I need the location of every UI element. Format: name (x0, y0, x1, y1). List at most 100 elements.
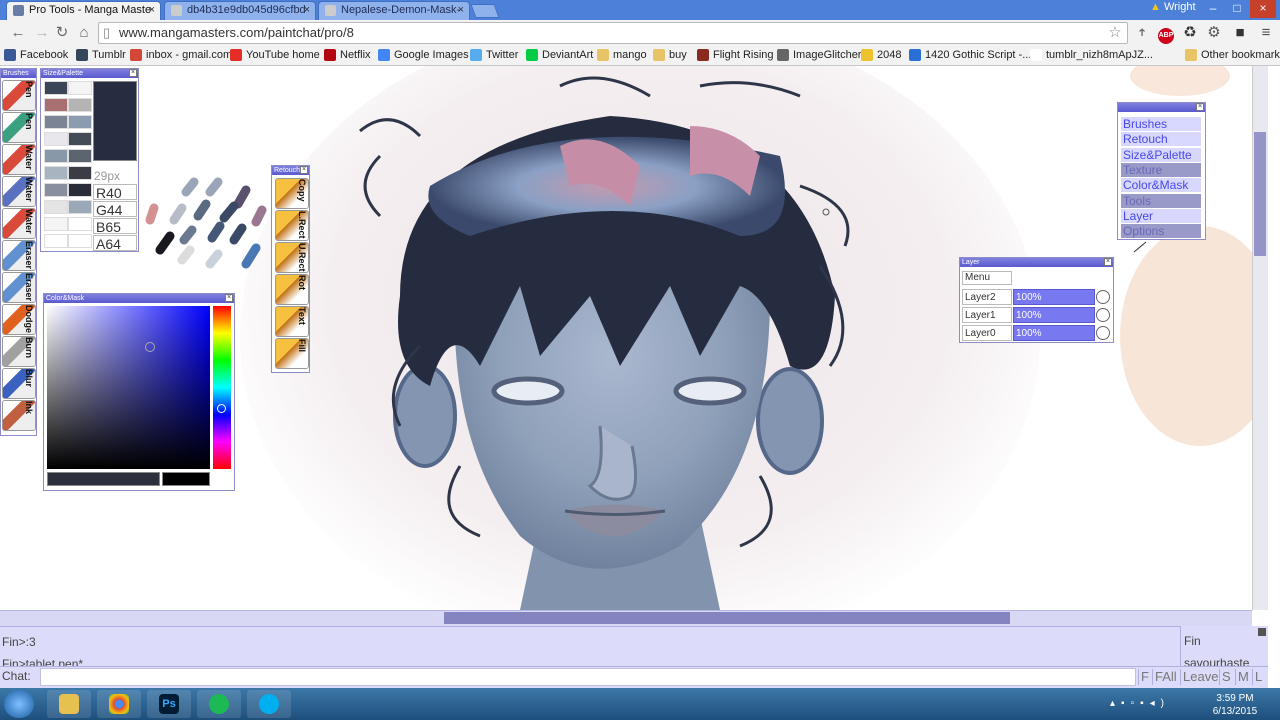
layer-row[interactable]: Layer2 100% (962, 289, 1112, 305)
close-icon[interactable]: × (225, 294, 233, 302)
palette-swatch[interactable] (68, 183, 92, 197)
brush-tool[interactable]: Burn (2, 336, 36, 367)
layer-row[interactable]: Layer1 100% (962, 307, 1112, 323)
globe-extension-icon[interactable]: ⚙ (1204, 23, 1224, 43)
brush-tool[interactable]: Blur (2, 368, 36, 399)
red-value[interactable]: R40 (93, 184, 137, 201)
m-button[interactable]: M (1235, 669, 1251, 685)
palette-swatch[interactable] (44, 149, 68, 163)
adblock-icon[interactable]: ABP (1158, 28, 1174, 44)
bookmark-item[interactable]: Netflix (324, 47, 371, 63)
palette-swatch[interactable] (68, 166, 92, 180)
photoshop-taskbar-button[interactable]: Ps (147, 690, 191, 718)
l-button[interactable]: L (1252, 669, 1264, 685)
bookmark-item[interactable]: Flight Rising (697, 47, 774, 63)
vertical-scroll-thumb[interactable] (1254, 132, 1266, 256)
bookmark-item[interactable]: Tumblr (76, 47, 126, 63)
window-toggle-options[interactable]: Options (1121, 224, 1201, 239)
close-icon[interactable]: × (129, 69, 137, 77)
window-toggle-layer[interactable]: Layer (1121, 208, 1201, 223)
profile-name[interactable]: ▲ Wright (1150, 1, 1196, 13)
extension-icon[interactable]: Ϯ (1132, 23, 1152, 43)
address-bar[interactable]: ▯ www.mangamasters.com/paintchat/pro/8 (98, 22, 1128, 44)
layer-visibility-toggle[interactable] (1096, 308, 1110, 322)
bookmark-item[interactable]: DeviantArt (526, 47, 593, 63)
close-window-button[interactable]: × (1250, 0, 1276, 18)
bookmark-item[interactable]: Other bookmarks (1185, 47, 1280, 63)
userlist-scroll-thumb[interactable] (1258, 628, 1266, 636)
brush-tool[interactable]: Water (2, 176, 36, 207)
retouch-tool[interactable]: Rot (275, 274, 309, 305)
layer-row[interactable]: Layer0 100% (962, 325, 1112, 341)
layer-menu-button[interactable]: Menu (962, 271, 1012, 285)
skype-taskbar-button[interactable] (247, 690, 291, 718)
close-icon[interactable]: × (1104, 258, 1112, 266)
close-icon[interactable]: × (1196, 103, 1204, 111)
bookmark-item[interactable]: Twitter (470, 47, 518, 63)
mask-color-2[interactable] (162, 472, 210, 486)
layer-opacity[interactable]: 100% (1013, 307, 1095, 323)
system-tray-icons[interactable]: ▴▪▫▪◂) (1110, 698, 1170, 709)
layer-visibility-toggle[interactable] (1096, 326, 1110, 340)
hue-cursor[interactable] (217, 404, 226, 413)
close-icon[interactable]: × (300, 166, 308, 174)
tab-manga-masters[interactable]: Pro Tools - Manga Maste × (6, 1, 161, 20)
palette-swatch[interactable] (44, 234, 68, 248)
back-arrow-icon[interactable]: ← (8, 23, 28, 43)
bookmark-item[interactable]: YouTube home (230, 47, 320, 63)
palette-swatch[interactable] (44, 166, 68, 180)
palette-swatch[interactable] (68, 200, 92, 214)
brush-tool[interactable]: Pen (2, 80, 36, 111)
layer-name[interactable]: Layer2 (962, 289, 1012, 305)
recycle-extension-icon[interactable]: ♻ (1180, 23, 1200, 43)
retouch-tool[interactable]: Fill (275, 338, 309, 369)
bookmark-item[interactable]: tumblr_nizh8mApJZ... (1030, 47, 1153, 63)
palette-swatch[interactable] (68, 149, 92, 163)
alpha-value[interactable]: A64 (93, 235, 137, 252)
close-tab-icon[interactable]: × (458, 2, 464, 19)
chrome-taskbar-button[interactable] (97, 690, 141, 718)
layer-opacity[interactable]: 100% (1013, 325, 1095, 341)
retouch-tool[interactable]: L.Rect (275, 210, 309, 241)
bookmark-item[interactable]: Google Images (378, 47, 469, 63)
user-item[interactable]: Fin (1184, 630, 1265, 652)
palette-swatch[interactable] (68, 115, 92, 129)
star-icon[interactable]: ☆ (1105, 23, 1125, 43)
palette-swatch[interactable] (68, 234, 92, 248)
palette-swatch[interactable] (44, 200, 68, 214)
forward-arrow-icon[interactable]: → (32, 23, 52, 43)
brush-tool[interactable]: Ink (2, 400, 36, 431)
brush-tool[interactable]: Eraser (2, 272, 36, 303)
brush-tool[interactable]: Pen (2, 112, 36, 143)
window-toggle-colormask[interactable]: Color&Mask (1121, 178, 1201, 193)
bookmark-item[interactable]: 1420 Gothic Script -... (909, 47, 1031, 63)
bookmark-item[interactable]: ImageGlitcher (777, 47, 861, 63)
layer-opacity[interactable]: 100% (1013, 289, 1095, 305)
brush-tool[interactable]: Eraser (2, 240, 36, 271)
palette-swatch[interactable] (44, 98, 68, 112)
retouch-tool[interactable]: Copy (275, 178, 309, 209)
mask-color-1[interactable] (47, 472, 160, 486)
brush-tool[interactable]: Water (2, 208, 36, 239)
brush-tool[interactable]: Water (2, 144, 36, 175)
window-toggle-texture[interactable]: Texture (1121, 162, 1201, 177)
window-toggle-brushes[interactable]: Brushes (1121, 117, 1201, 131)
dark-extension-icon[interactable]: ■ (1230, 23, 1250, 43)
palette-swatch[interactable] (68, 132, 92, 146)
saturation-value-picker[interactable] (47, 306, 210, 469)
explorer-taskbar-button[interactable] (47, 690, 91, 718)
blue-value[interactable]: B65 (93, 218, 137, 235)
palette-swatch[interactable] (68, 217, 92, 231)
layer-name[interactable]: Layer1 (962, 307, 1012, 323)
chat-input[interactable] (40, 668, 1136, 686)
retouch-tool[interactable]: U.Rect (275, 242, 309, 273)
palette-swatch[interactable] (44, 132, 68, 146)
retouch-tool[interactable]: Text (275, 306, 309, 337)
palette-swatch[interactable] (44, 183, 68, 197)
layer-name[interactable]: Layer0 (962, 325, 1012, 341)
system-clock[interactable]: 3:59 PM 6/13/2015 (1200, 692, 1270, 718)
tab-image[interactable]: db4b31e9db045d96cfbd × (164, 1, 316, 20)
maximize-button[interactable]: □ (1226, 0, 1248, 18)
fall-button[interactable]: FAll (1152, 669, 1179, 685)
tab-nepalese-mask[interactable]: Nepalese-Demon-Mask- × (318, 1, 470, 20)
